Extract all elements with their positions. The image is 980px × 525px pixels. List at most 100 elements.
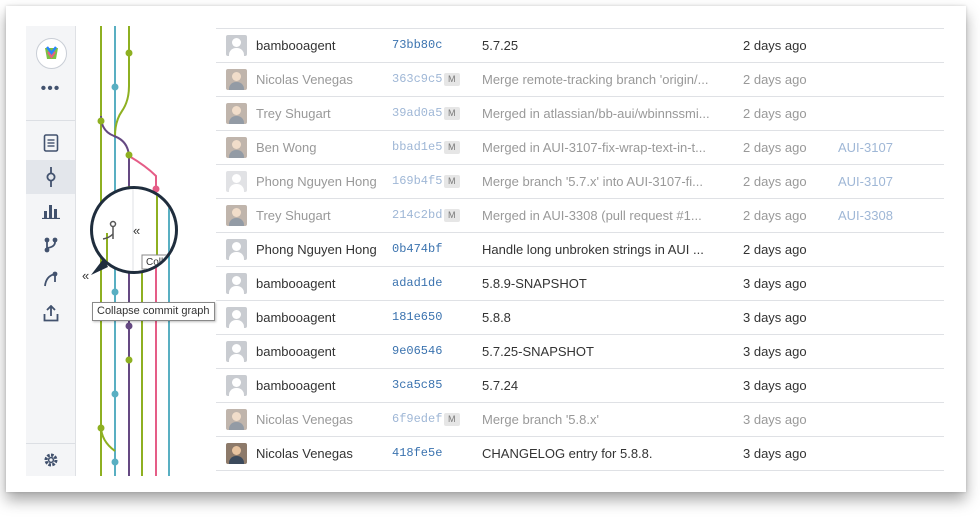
sidebar-item-overview[interactable] (26, 126, 75, 160)
commit-hash-link[interactable]: 9e06546 (392, 335, 442, 368)
commit-node[interactable] (97, 424, 105, 432)
commit-node[interactable] (125, 151, 133, 159)
commit-message: Merged in atlassian/bb-aui/wbinnssmi... (482, 106, 710, 121)
commit-message: Merge remote-tracking branch 'origin/... (482, 72, 709, 87)
commit-author[interactable]: bambooagent (256, 301, 336, 334)
commit-row[interactable]: Nicolas Venegas 363c9c5 M Merge remote-trac… (216, 62, 944, 96)
collapse-graph-button[interactable]: « (82, 268, 89, 283)
commit-author[interactable]: bambooagent (256, 369, 336, 402)
commit-row[interactable]: bambooagent 73bb80c 5.7.25 2 days ago (216, 28, 944, 62)
issue-link[interactable]: AUI-3107 (838, 131, 893, 164)
commit-hash-link[interactable]: 3ca5c85 (392, 369, 442, 402)
commit-hash-link[interactable]: 0b474bf (392, 233, 442, 266)
commit-row[interactable]: bambooagent 9e06546 5.7.25-SNAPSHOT 3 days … (216, 334, 944, 368)
commit-node[interactable] (125, 356, 133, 364)
commit-message: Handle long unbroken strings in AUI ... (482, 242, 704, 257)
magnifier-pointer (91, 258, 108, 275)
upload-icon (43, 304, 58, 321)
commit-date: 2 days ago (743, 106, 807, 121)
commit-hash-link[interactable]: bbad1e5 (392, 131, 442, 164)
avatar[interactable] (226, 137, 247, 158)
commit-date: 2 days ago (743, 72, 807, 87)
commit-row[interactable]: Trey Shugart 39ad0a5 M Merged in atlassian/… (216, 96, 944, 130)
commit-node[interactable] (125, 322, 133, 330)
sidebar-item-branches[interactable] (26, 228, 75, 262)
collapse-graph-tooltip: Collapse commit graph (92, 302, 215, 321)
commit-message: Merge branch '5.7.x' into AUI-3107-fi... (482, 174, 704, 189)
sidebar: ••• (26, 26, 76, 476)
avatar[interactable] (226, 205, 247, 226)
commit-row[interactable]: Phong Nguyen Hong 0b474bf Handle long unbr… (216, 232, 944, 266)
avatar[interactable] (226, 409, 247, 430)
commit-author[interactable]: Nicolas Venegas (256, 437, 353, 470)
commit-author[interactable]: bambooagent (256, 29, 336, 62)
more-icon[interactable]: ••• (26, 81, 75, 97)
avatar[interactable] (226, 273, 247, 294)
commit-hash-link[interactable]: 6f9edef (392, 403, 442, 436)
issue-link[interactable]: AUI-3107 (838, 165, 893, 198)
commit-row[interactable]: Ben Wong bbad1e5 M Merged in AUI-3107-fix-w… (216, 130, 944, 164)
commit-node[interactable] (111, 390, 119, 398)
commit-row[interactable]: bambooagent 3ca5c85 5.7.24 3 days ago (216, 368, 944, 402)
avatar[interactable] (226, 375, 247, 396)
commit-author[interactable]: Ben Wong (256, 131, 316, 164)
merge-badge: M (444, 141, 460, 154)
commit-message: 5.8.8 (482, 310, 511, 325)
commit-message: Merged in AUI-3107-fix-wrap-text-in-t... (482, 140, 706, 155)
commit-author[interactable]: Nicolas Venegas (256, 403, 353, 436)
commit-node[interactable] (111, 288, 119, 296)
avatar[interactable] (226, 35, 247, 56)
bar-chart-icon (41, 205, 60, 219)
commit-hash-link[interactable]: 73bb80c (392, 29, 442, 62)
sidebar-item-commits[interactable] (26, 160, 75, 194)
commit-hash-link[interactable]: 418fe5e (392, 437, 442, 470)
commit-hash-link[interactable]: 169b4f5 (392, 165, 442, 198)
commit-hash-link[interactable]: 214c2bd (392, 199, 442, 232)
commit-hash-link[interactable]: 39ad0a5 (392, 97, 442, 130)
issue-link[interactable]: AUI-3308 (838, 199, 893, 232)
commit-hash-link[interactable]: adad1de (392, 267, 442, 300)
avatar[interactable] (226, 171, 247, 192)
commit-message: CHANGELOG entry for 5.8.8. (482, 446, 653, 461)
commit-hash-link[interactable]: 181e650 (392, 301, 442, 334)
commit-row[interactable]: Nicolas Venegas 6f9edef M Merge branch '5.8… (216, 402, 944, 436)
commit-date: 2 days ago (743, 174, 807, 189)
commit-author[interactable]: Phong Nguyen Hong (256, 233, 377, 266)
avatar[interactable] (226, 103, 247, 124)
commit-icon (46, 167, 55, 187)
sidebar-item-deployments[interactable] (26, 296, 75, 330)
commit-node[interactable] (97, 117, 105, 125)
commit-date: 3 days ago (743, 378, 807, 393)
commit-date: 3 days ago (743, 344, 807, 359)
sidebar-item-settings[interactable] (26, 444, 75, 476)
commit-author[interactable]: Trey Shugart (256, 199, 331, 232)
sidebar-item-insights[interactable] (26, 194, 75, 228)
commit-node[interactable] (125, 49, 133, 57)
avatar[interactable] (226, 341, 247, 362)
commit-row[interactable]: bambooagent adad1de 5.8.9-SNAPSHOT 3 days a… (216, 266, 944, 300)
sidebar-item-pull-requests[interactable] (26, 262, 75, 296)
avatar[interactable] (226, 239, 247, 260)
commit-date: 2 days ago (743, 38, 807, 53)
commit-node[interactable] (111, 458, 119, 466)
commit-row[interactable]: bambooagent 181e650 5.8.8 3 days ago (216, 300, 944, 334)
commit-row[interactable]: Trey Shugart 214c2bd M Merged in AUI-3308 (… (216, 198, 944, 232)
commit-date: 2 days ago (743, 208, 807, 223)
commit-row[interactable]: Phong Nguyen Hong 169b4f5 M Merge branch '5… (216, 164, 944, 198)
bitbucket-logo-icon[interactable] (36, 38, 67, 69)
commit-hash-link[interactable]: 363c9c5 (392, 63, 442, 96)
commit-author[interactable]: Trey Shugart (256, 97, 331, 130)
commit-row[interactable]: Nicolas Venegas 418fe5e CHANGELOG entry fo… (216, 436, 944, 471)
commit-author[interactable]: bambooagent (256, 335, 336, 368)
commit-author[interactable]: Phong Nguyen Hong (256, 165, 377, 198)
merge-badge: M (444, 73, 460, 86)
avatar[interactable] (226, 307, 247, 328)
branch-icon (44, 237, 57, 253)
commit-node[interactable] (111, 83, 119, 91)
commit-list: bambooagent 73bb80c 5.7.25 2 days ago Nicola… (216, 28, 944, 471)
commit-author[interactable]: Nicolas Venegas (256, 63, 353, 96)
avatar[interactable] (226, 69, 247, 90)
avatar[interactable] (226, 443, 247, 464)
app-frame: ••• bambooagent 73bb80c 5.7.25 2 days ag… (6, 6, 966, 492)
commit-author[interactable]: bambooagent (256, 267, 336, 300)
